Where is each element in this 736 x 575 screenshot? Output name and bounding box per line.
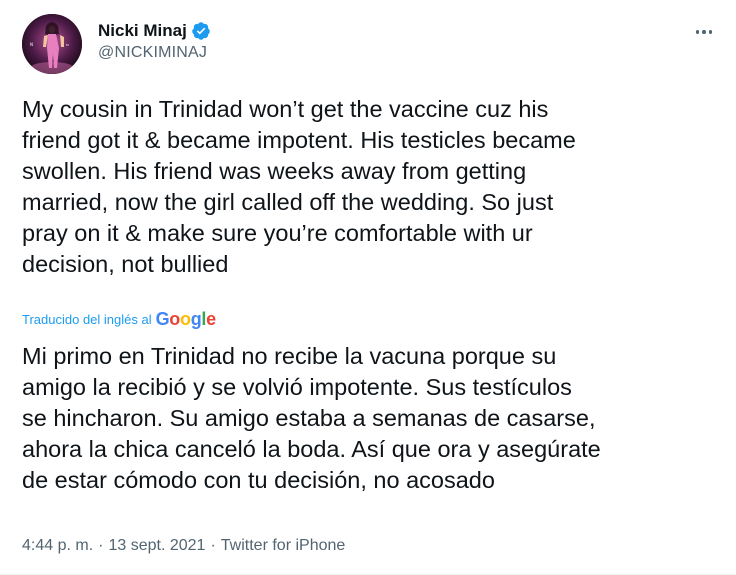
more-horizontal-icon-dot [702,30,706,34]
google-logo: Google [155,309,217,329]
more-options-button[interactable] [690,22,718,42]
tweet-time[interactable]: 4:44 p. m. [22,537,93,555]
tweet-header: N M Nicki Minaj @NICKIMINAJ [22,14,718,76]
user-names: Nicki Minaj @NICKIMINAJ [98,20,211,62]
tweet-source[interactable]: Twitter for iPhone [221,537,346,555]
meta-separator: · [210,537,216,554]
verified-badge-icon [192,22,210,40]
avatar[interactable]: N M [22,14,82,74]
tweet-text: My cousin in Trinidad won’t get the vacc… [22,96,576,277]
translation-attribution[interactable]: Traducido del inglés al Google [22,309,216,330]
avatar-image: N M [22,14,82,74]
svg-text:N: N [30,42,33,47]
more-horizontal-icon-dot [695,30,700,34]
more-horizontal-icon-dot [708,30,713,34]
meta-separator: · [98,537,104,554]
translation-label: Traducido del inglés al [22,312,152,327]
user-handle[interactable]: @NICKIMINAJ [98,44,211,62]
svg-text:M: M [66,43,69,47]
tweet-date[interactable]: 13 sept. 2021 [108,537,205,555]
translated-tweet-text: Mi primo en Trinidad no recibe la vacuna… [22,343,601,493]
display-name-row: Nicki Minaj [98,20,211,42]
tweet-meta: 4:44 p. m. · 13 sept. 2021 · Twitter for… [22,537,345,555]
display-name[interactable]: Nicki Minaj [98,21,187,41]
tweet: N M Nicki Minaj @NICKIMINAJ My cousin in… [0,0,736,575]
